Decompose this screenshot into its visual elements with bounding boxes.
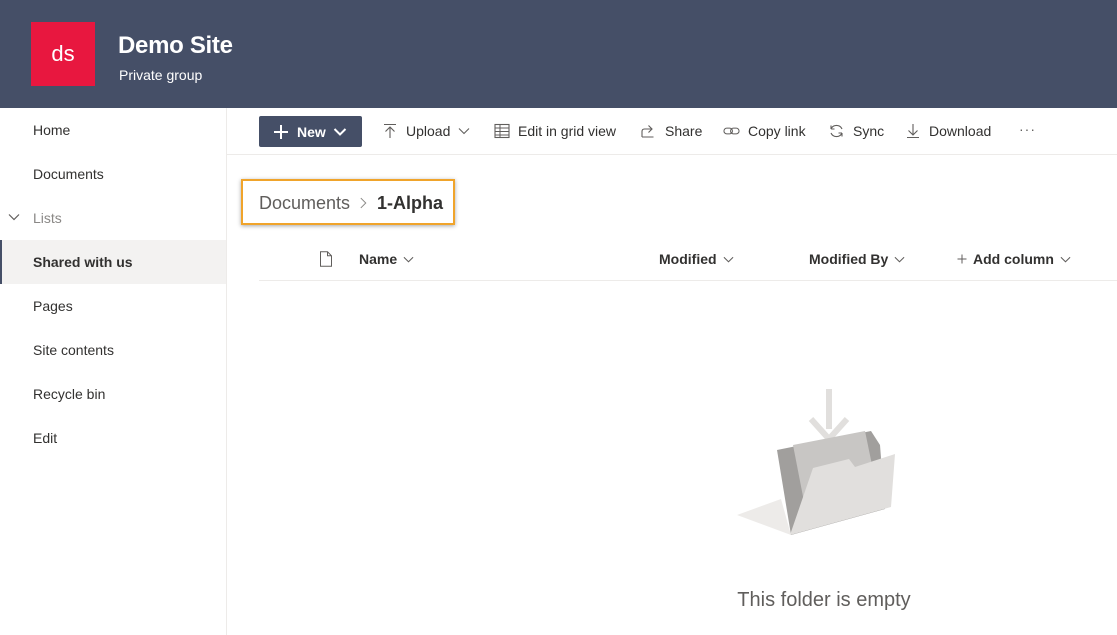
upload-button[interactable]: Upload [382, 120, 470, 142]
nav-item-label: Home [33, 122, 71, 138]
breadcrumb-current: 1-Alpha [377, 193, 444, 213]
sync-label: Sync [853, 123, 885, 139]
site-logo-text: ds [51, 41, 75, 66]
column-name[interactable]: Name [359, 251, 414, 267]
copy-link-button[interactable]: Copy link [723, 120, 806, 142]
download-label: Download [929, 123, 992, 139]
column-modified[interactable]: Modified [659, 251, 734, 267]
nav-item-label: Edit [33, 430, 58, 446]
nav-item-site-contents[interactable]: Site contents [0, 328, 226, 372]
column-header-row: Name Modified Modified By Add column [259, 240, 1117, 281]
add-column-label: Add column [973, 251, 1054, 267]
new-button-label: New [297, 124, 326, 140]
nav-item-lists[interactable]: Lists [0, 196, 226, 240]
nav-item-edit[interactable]: Edit [0, 416, 226, 460]
chevron-down-icon [723, 256, 733, 263]
nav-item-label: Site contents [33, 342, 114, 358]
add-column-button[interactable]: Add column [957, 251, 1071, 267]
sync-button[interactable]: Sync [828, 120, 884, 142]
share-button[interactable]: Share [640, 120, 702, 142]
chevron-down-icon [894, 256, 905, 263]
chevron-down-icon [333, 128, 347, 136]
column-name-label: Name [359, 251, 398, 267]
chevron-down-icon[interactable] [8, 211, 20, 223]
nav-item-recycle-bin[interactable]: Recycle bin [0, 372, 226, 416]
breadcrumb-parent[interactable]: Documents [259, 193, 350, 214]
nav-item-shared-with-us[interactable]: Shared with us [0, 240, 226, 284]
empty-state-message: This folder is empty [737, 589, 911, 611]
more-options-button[interactable]: ··· [1019, 118, 1036, 140]
column-modified-by-label: Modified By [809, 251, 889, 267]
copy-link-label: Copy link [748, 123, 806, 139]
nav-item-label: Shared with us [33, 254, 133, 270]
nav-item-label: Recycle bin [33, 386, 106, 402]
chevron-down-icon [403, 256, 414, 263]
share-label: Share [665, 123, 703, 139]
site-header: ds Demo Site Private group [0, 0, 1117, 108]
grid-icon [494, 123, 510, 139]
nav-item-home[interactable]: Home [0, 108, 226, 152]
share-icon [641, 125, 654, 138]
site-title[interactable]: Demo Site [118, 32, 233, 60]
upload-label: Upload [406, 123, 451, 139]
column-modified-label: Modified [659, 251, 717, 267]
new-button[interactable]: New [259, 116, 362, 147]
nav-item-pages[interactable]: Pages [0, 284, 226, 328]
chevron-down-icon [458, 128, 470, 135]
nav-item-label: Lists [33, 210, 62, 226]
chevron-down-icon [1060, 256, 1071, 263]
nav-item-label: Pages [33, 298, 73, 314]
nav-item-documents[interactable]: Documents [0, 152, 226, 196]
site-logo[interactable]: ds [31, 22, 95, 86]
file-type-icon[interactable] [319, 251, 333, 267]
command-bar: New Upload Edit in grid view Share Copy [227, 108, 1117, 155]
edit-grid-view-button[interactable]: Edit in grid view [494, 120, 616, 142]
column-modified-by[interactable]: Modified By [809, 251, 905, 267]
plus-icon [957, 254, 967, 264]
upload-icon [384, 123, 396, 138]
nav-item-label: Documents [33, 166, 104, 182]
plus-icon [274, 125, 288, 139]
link-icon [723, 127, 740, 135]
site-subtitle: Private group [119, 67, 203, 83]
chevron-right-icon [360, 197, 367, 209]
download-button[interactable]: Download [905, 120, 991, 142]
left-navigation: Home Documents Lists Shared with us Page… [0, 108, 227, 635]
empty-folder-illustration [737, 389, 895, 535]
sync-icon [830, 124, 843, 138]
edit-grid-view-label: Edit in grid view [518, 123, 617, 139]
download-icon [907, 124, 919, 139]
more-icon: ··· [1019, 121, 1036, 137]
